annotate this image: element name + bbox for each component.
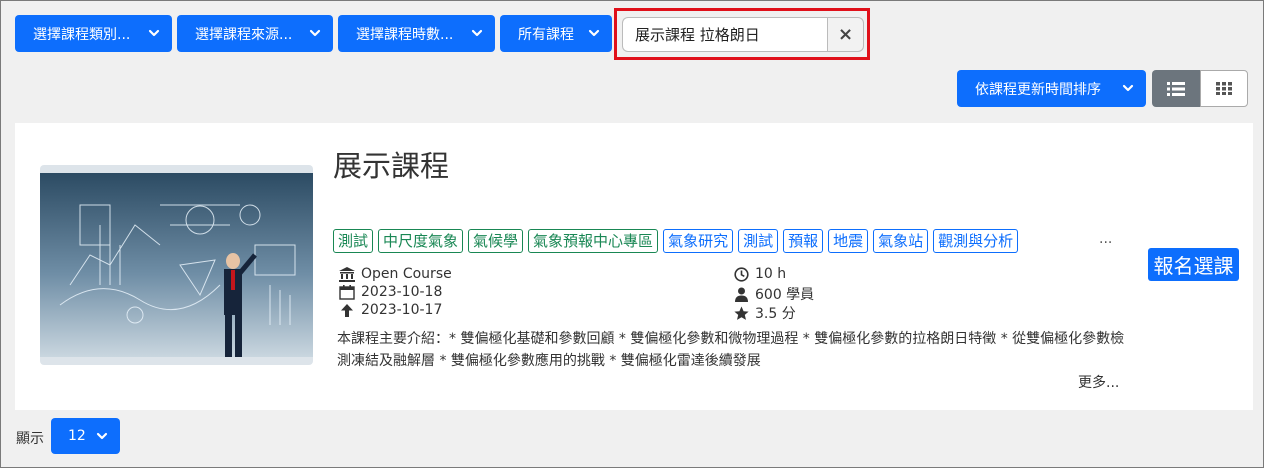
course-start-date: 2023-10-18 <box>339 283 442 301</box>
scope-filter-label: 所有課程 <box>518 26 574 43</box>
course-tag[interactable]: 觀測與分析 <box>933 229 1019 253</box>
chevron-down-icon <box>148 29 160 37</box>
course-tag[interactable]: 預報 <box>783 229 824 253</box>
close-icon: × <box>837 24 854 45</box>
course-rating: 3.5 分 <box>734 304 796 322</box>
course-start-date-text: 2023-10-18 <box>361 284 443 300</box>
page-size-dropdown[interactable]: 12 <box>51 418 120 454</box>
scope-filter-dropdown[interactable]: 所有課程 <box>500 15 612 52</box>
clear-search-button[interactable]: × <box>827 17 864 52</box>
course-thumbnail-illustration <box>40 173 313 357</box>
clock-icon <box>734 266 749 282</box>
chevron-down-icon <box>588 29 600 37</box>
tags-overflow-ellipsis: ... <box>1099 231 1113 247</box>
sort-dropdown[interactable]: 依課程更新時間排序 <box>957 70 1146 107</box>
chevron-down-icon <box>1122 84 1134 92</box>
more-link[interactable]: 更多... <box>1078 372 1119 392</box>
course-students-text: 600 學員 <box>755 287 815 303</box>
source-filter-label: 選擇課程來源... <box>195 26 293 43</box>
course-source-text: Open Course <box>361 266 452 282</box>
institution-icon <box>339 266 355 282</box>
course-students: 600 學員 <box>734 285 814 303</box>
arrow-up-icon <box>341 303 353 317</box>
course-tag[interactable]: 氣象研究 <box>663 229 734 253</box>
grid-icon <box>1216 82 1232 95</box>
grid-view-button[interactable] <box>1200 70 1248 107</box>
course-updated-date-text: 2023-10-17 <box>361 302 443 318</box>
course-card: 展示課程 測試 中尺度氣象 氣候學 氣象預報中心專區 氣象研究 測試 預報 地震… <box>15 123 1253 410</box>
course-rating-text: 3.5 分 <box>755 306 796 322</box>
course-description: 本課程主要介紹：* 雙偏極化基礎和參數回顧 * 雙偏極化參數和微物理過程 * 雙… <box>337 331 1125 369</box>
hours-filter-dropdown[interactable]: 選擇課程時數... <box>338 15 495 52</box>
course-tag[interactable]: 測試 <box>333 229 374 253</box>
enroll-button[interactable]: 報名選課 <box>1148 248 1239 281</box>
course-tag[interactable]: 氣象預報中心專區 <box>528 229 659 253</box>
course-updated-date: 2023-10-17 <box>339 301 442 319</box>
sort-label: 依課程更新時間排序 <box>975 81 1101 98</box>
course-hours-text: 10 h <box>755 266 787 282</box>
page-size-label: 顯示 <box>16 431 44 447</box>
course-tag[interactable]: 氣候學 <box>468 229 524 253</box>
hours-filter-label: 選擇課程時數... <box>356 26 454 43</box>
course-tag[interactable]: 地震 <box>828 229 869 253</box>
page-size-value: 12 <box>68 428 86 444</box>
course-tag[interactable]: 測試 <box>738 229 779 253</box>
category-filter-label: 選擇課程類別... <box>33 26 131 43</box>
list-view-button[interactable] <box>1152 70 1200 107</box>
course-thumbnail[interactable] <box>40 165 313 365</box>
course-hours: 10 h <box>734 265 786 283</box>
chevron-down-icon <box>471 29 483 37</box>
course-source: Open Course <box>339 265 452 283</box>
search-input[interactable] <box>622 17 832 52</box>
course-tag[interactable]: 氣象站 <box>873 229 929 253</box>
star-icon <box>734 306 749 320</box>
chevron-down-icon <box>96 432 108 440</box>
list-icon <box>1167 81 1185 96</box>
course-tags: 測試 中尺度氣象 氣候學 氣象預報中心專區 氣象研究 測試 預報 地震 氣象站 … <box>333 229 1125 253</box>
course-title[interactable]: 展示課程 <box>333 143 449 185</box>
calendar-icon <box>339 284 355 300</box>
category-filter-dropdown[interactable]: 選擇課程類別... <box>15 15 172 52</box>
user-icon <box>735 287 748 302</box>
chevron-down-icon <box>309 29 321 37</box>
course-tag[interactable]: 中尺度氣象 <box>378 229 464 253</box>
source-filter-dropdown[interactable]: 選擇課程來源... <box>177 15 333 52</box>
